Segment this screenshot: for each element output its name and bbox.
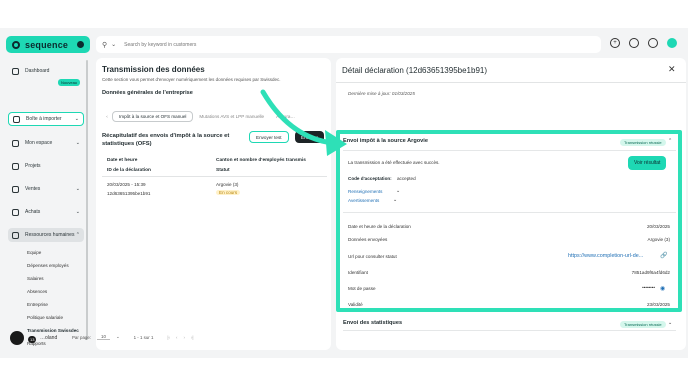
- sidebar-item-projets[interactable]: Projets: [8, 159, 84, 173]
- chevron-down-icon[interactable]: ⌄: [111, 41, 116, 48]
- sidebar-subitem[interactable]: Entreprise: [27, 302, 48, 307]
- chevron-down-icon[interactable]: ⌄: [668, 320, 672, 326]
- sidebar-scrollbar[interactable]: [86, 60, 88, 340]
- sidebar-subitem[interactable]: Absences: [27, 289, 47, 294]
- sidebar-item-label: Achats: [25, 209, 41, 215]
- page-description: Cette section vous permet d'envoyer numé…: [102, 77, 281, 82]
- bag-icon: [12, 208, 19, 216]
- column-header[interactable]: ID de la déclaration: [107, 168, 151, 173]
- annotation-arrow-icon: [260, 89, 347, 156]
- per-page-select[interactable]: 10: [97, 334, 110, 340]
- sidebar-item-label: Mon espace: [25, 140, 53, 146]
- home-icon: [12, 67, 19, 75]
- close-icon[interactable]: ✕: [668, 64, 676, 75]
- divider: [102, 176, 327, 177]
- notification-count: 13: [28, 336, 37, 343]
- user-menu[interactable]: 13 …oland: [10, 331, 57, 345]
- brand-name: sequence: [25, 39, 69, 50]
- bell-icon[interactable]: [648, 38, 658, 48]
- row-canton: Argovie (3): [216, 182, 239, 187]
- sidebar-item-rh[interactable]: Ressources humaines ⌃: [8, 228, 84, 242]
- page-title: Transmission des données: [102, 65, 205, 74]
- last-update: Dernière mise à jour: 01/03/2025: [348, 91, 415, 96]
- section-title: Données générales de l'entreprise: [102, 90, 193, 96]
- sidebar-item-ventes[interactable]: Ventes ⌄: [8, 182, 84, 196]
- row-id: 12d63651395be1b91: [107, 191, 151, 196]
- people-icon: [12, 231, 19, 239]
- last-page-icon[interactable]: ›|: [191, 335, 194, 340]
- sidebar-subitem[interactable]: Politique salariale: [27, 315, 63, 320]
- sidebar-item-mon-espace[interactable]: Mon espace ⌄: [8, 136, 84, 150]
- chevron-down-icon: ⌄: [75, 186, 80, 192]
- sidebar: Dashboard Boîte à importer ⌄ Mon espace …: [0, 58, 88, 358]
- clock-icon[interactable]: [629, 38, 639, 48]
- per-page-label: Par page:: [72, 334, 92, 340]
- app-window: sequence ⚲ ⌄ + Dashboard Boîte à importe…: [0, 28, 688, 358]
- column-header[interactable]: Statut: [216, 168, 230, 173]
- sidebar-item-import[interactable]: Boîte à importer ⌄: [8, 112, 84, 126]
- tag-icon: [12, 185, 19, 193]
- highlight-frame: [336, 130, 682, 312]
- sidebar-subitem[interactable]: Salaires: [27, 276, 44, 281]
- tab-impot-source[interactable]: Impôt à la source et OFS manuel: [112, 110, 194, 122]
- sidebar-item-achats[interactable]: Achats ⌄: [8, 205, 84, 219]
- chevron-down-icon[interactable]: ⌄: [116, 334, 120, 340]
- sidebar-item-dashboard[interactable]: Dashboard: [8, 64, 84, 78]
- sidebar-item-label: Projets: [25, 163, 41, 169]
- sidebar-subitem[interactable]: Equipe: [27, 250, 41, 255]
- divider: [343, 330, 676, 331]
- logo-icon: [12, 40, 20, 49]
- avatar[interactable]: [667, 38, 677, 48]
- search-input[interactable]: [124, 41, 425, 48]
- top-icons: +: [610, 38, 677, 48]
- brand-dot-icon: [77, 41, 84, 48]
- new-badge: Nouveau: [58, 79, 81, 86]
- detail-title: Détail déclaration (12d63651395be1b91): [342, 66, 487, 75]
- search-icon: ⚲: [102, 41, 108, 49]
- row-date: 20/03/2025 - 15:39: [107, 182, 146, 187]
- search-bar[interactable]: ⚲ ⌄: [96, 36, 601, 53]
- status-badge: En cours: [216, 190, 241, 195]
- chevron-down-icon: ⌄: [74, 116, 79, 122]
- user-name: …oland: [40, 335, 58, 341]
- sidebar-item-label: Dashboard: [25, 68, 50, 74]
- chevron-down-icon: ⌄: [75, 209, 80, 215]
- add-icon[interactable]: +: [610, 38, 620, 48]
- sidebar-item-label: Ressources humaines: [25, 232, 75, 238]
- next-page-icon[interactable]: ›: [183, 335, 184, 340]
- checkbox-icon: [12, 162, 19, 170]
- divider: [336, 82, 686, 83]
- sidebar-item-label: Boîte à importer: [26, 116, 62, 122]
- chevron-down-icon: ⌄: [75, 140, 80, 146]
- prev-page-icon[interactable]: ‹: [176, 335, 177, 340]
- user-icon: [12, 139, 19, 147]
- first-page-icon[interactable]: |‹: [167, 335, 170, 340]
- pagination: Par page: 10 ⌄ 1 - 1 sur 1 |‹ ‹ › ›|: [72, 334, 194, 340]
- sidebar-item-label: Ventes: [25, 186, 41, 192]
- chevron-up-icon: ⌃: [75, 232, 80, 238]
- chevron-left-icon[interactable]: ‹: [102, 114, 112, 119]
- page-range: 1 - 1 sur 1: [133, 334, 154, 340]
- sidebar-subitem[interactable]: Dépenses employés: [27, 263, 69, 268]
- inbox-icon: [13, 115, 20, 123]
- status-badge: Transmission réussie: [620, 321, 666, 328]
- column-header[interactable]: Date et heure: [107, 158, 137, 163]
- user-avatar: [10, 331, 24, 345]
- recap-title: Récapitulatif des envois d'impôt à la so…: [102, 133, 230, 147]
- brand-logo[interactable]: sequence: [6, 36, 90, 53]
